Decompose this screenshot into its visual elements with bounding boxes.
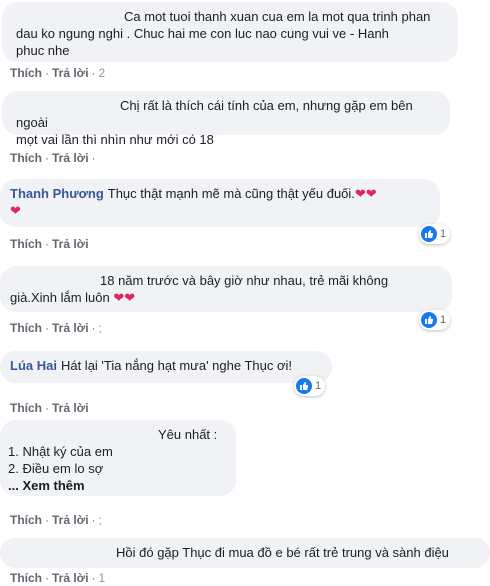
comment-bubble-5: Lúa Hai Hát lại 'Tia nắng hạt mưa' nghe T… xyxy=(0,351,332,383)
comment-text-line: 1. Nhật ký của em xyxy=(8,444,113,459)
like-icon xyxy=(421,312,437,328)
reply-link[interactable]: Trả lời xyxy=(52,237,89,251)
comment-text-line: 18 năm trước và bây giờ như nhau, trẻ mã… xyxy=(100,273,389,288)
like-link[interactable]: Thích xyxy=(10,237,42,251)
comment-text-line: mọt vai lần thì nhìn như mới có 18 xyxy=(16,132,214,147)
reply-link[interactable]: Trả lời xyxy=(52,571,89,585)
separator: · xyxy=(45,321,49,335)
comment-actions: Thích · Trả lời xyxy=(10,401,89,415)
comment-text-line: Hát lại 'Tia nắng hạt mưa' nghe Thục ơi! xyxy=(60,358,293,373)
see-more-link[interactable]: ... Xem thêm xyxy=(8,478,85,493)
author-name[interactable]: Thanh Phương xyxy=(10,186,104,201)
like-icon xyxy=(296,378,312,394)
like-link[interactable]: Thích xyxy=(10,513,42,527)
author-name[interactable]: Lúa Hai xyxy=(10,358,57,373)
reply-link[interactable]: Trả lời xyxy=(52,513,89,527)
comment-text-line: Yêu nhất : xyxy=(158,427,218,442)
like-link[interactable]: Thích xyxy=(10,401,42,415)
comment-bubble-6: Yêu nhất : 1. Nhật ký của em 2. Điều em … xyxy=(0,420,236,496)
like-icon xyxy=(421,226,437,242)
reaction-count[interactable]: 1 xyxy=(419,224,451,244)
separator: · xyxy=(91,66,96,80)
redacted-author xyxy=(8,429,158,442)
comment-bubble-2: Chị rất là thích cái tính của em, nhưng … xyxy=(2,91,450,147)
comment-text-line: già.Xinh lắm luôn xyxy=(10,290,114,305)
separator: · xyxy=(45,401,49,415)
comment-actions: Thích · Trả lời xyxy=(10,237,89,251)
separator: · xyxy=(91,151,96,165)
separator: · xyxy=(91,513,96,527)
redacted-author xyxy=(16,11,124,24)
comment-actions: Thích · Trả lời · xyxy=(10,151,99,165)
separator: · xyxy=(45,237,49,251)
reaction-number: 1 xyxy=(315,380,322,392)
timestamp[interactable]: 2 xyxy=(99,66,106,80)
comment-text-line: Ca mot tuoi thanh xuan cua em la mot qua… xyxy=(124,9,431,24)
comment-bubble-4: 18 năm trước và bây giờ như nhau, trẻ mã… xyxy=(0,266,452,312)
reaction-number: 1 xyxy=(440,228,447,240)
timestamp[interactable]: ; xyxy=(99,513,102,527)
comment-text-line: phuc nhe xyxy=(16,43,70,58)
like-link[interactable]: Thích xyxy=(10,151,42,165)
comment-text-line: Thục thật mạnh mẽ mà cũng thật yếu đuối. xyxy=(107,186,355,201)
timestamp[interactable]: 1 xyxy=(99,571,106,585)
redacted-author xyxy=(16,100,120,113)
heart-emoji: ❤❤ xyxy=(113,290,136,305)
timestamp[interactable]: ; xyxy=(99,321,102,335)
reply-link[interactable]: Trả lời xyxy=(52,401,89,415)
comment-actions: Thích · Trả lời ·; xyxy=(10,513,102,527)
comment-bubble-3: Thanh Phương Thục thật mạnh mẽ mà cũng th… xyxy=(0,179,440,227)
heart-emoji: ❤❤ xyxy=(354,186,377,201)
separator: · xyxy=(45,571,49,585)
redacted-author xyxy=(10,275,100,288)
separator: · xyxy=(91,571,96,585)
separator: · xyxy=(45,151,49,165)
redacted-author xyxy=(8,547,116,560)
comment-text-line: dau ko ngung nghi . Chuc hai me con luc … xyxy=(16,26,389,41)
comment-actions: Thích · Trả lời · 2 xyxy=(10,66,105,80)
reply-link[interactable]: Trả lời xyxy=(52,321,89,335)
reaction-count[interactable]: 1 xyxy=(294,376,326,396)
separator: · xyxy=(45,66,49,80)
comment-actions: Thích · Trả lời ·; xyxy=(10,321,102,335)
reply-link[interactable]: Trả lời xyxy=(52,151,89,165)
reaction-number: 1 xyxy=(440,314,447,326)
reply-link[interactable]: Trả lời xyxy=(52,66,89,80)
comment-bubble-1: Ca mot tuoi thanh xuan cua em la mot qua… xyxy=(2,2,458,62)
comment-bubble-7: Hồi đó gặp Thục đi mua đồ e bé rất trẻ t… xyxy=(0,538,490,568)
heart-emoji: ❤ xyxy=(10,203,21,218)
like-link[interactable]: Thích xyxy=(10,66,42,80)
like-link[interactable]: Thích xyxy=(10,321,42,335)
comment-actions: Thích · Trả lời · 1 xyxy=(10,571,105,585)
separator: · xyxy=(45,513,49,527)
comment-text-line: Hồi đó gặp Thục đi mua đồ e bé rất trẻ t… xyxy=(116,545,449,560)
separator: · xyxy=(91,321,96,335)
like-link[interactable]: Thích xyxy=(10,571,42,585)
comment-text-line: 2. Điều em lo sợ xyxy=(8,461,104,476)
reaction-count[interactable]: 1 xyxy=(419,310,451,330)
